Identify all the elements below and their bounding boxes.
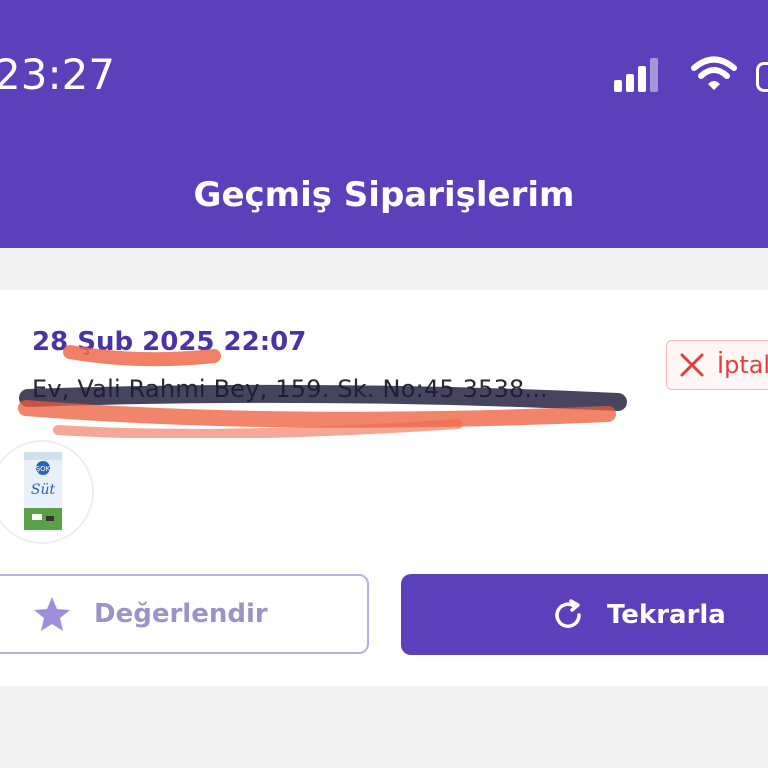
refresh-icon — [555, 598, 581, 628]
rate-button[interactable]: Değerlendir — [0, 574, 369, 654]
repeat-button-label: Tekrarla — [607, 599, 726, 630]
star-icon — [34, 597, 70, 631]
product-label: Süt — [31, 482, 56, 498]
wifi-icon — [691, 56, 737, 90]
status-bar-time: 23:27 — [0, 50, 116, 99]
rate-button-label: Değerlendir — [94, 599, 268, 629]
battery-icon — [756, 62, 768, 92]
app-header: 23:27 Geçmiş Siparişlerim — [0, 0, 768, 248]
status-badge: İptal — [666, 340, 768, 390]
page-title: Geçmiş Siparişlerim — [193, 175, 575, 215]
milk-carton-icon: ŞOK Süt — [24, 452, 62, 532]
order-card[interactable]: 28 Şub 2025 22:07 Ev, Vali Rahmi Bey, 15… — [0, 290, 768, 686]
product-brand: ŞOK — [36, 465, 51, 473]
close-icon — [680, 353, 704, 377]
signal-icon — [614, 58, 658, 92]
product-thumbnail[interactable]: ŞOK Süt — [0, 440, 94, 544]
status-label: İptal — [717, 351, 768, 379]
redaction-scribble — [18, 345, 627, 438]
repeat-order-button[interactable]: Tekrarla — [401, 574, 768, 655]
